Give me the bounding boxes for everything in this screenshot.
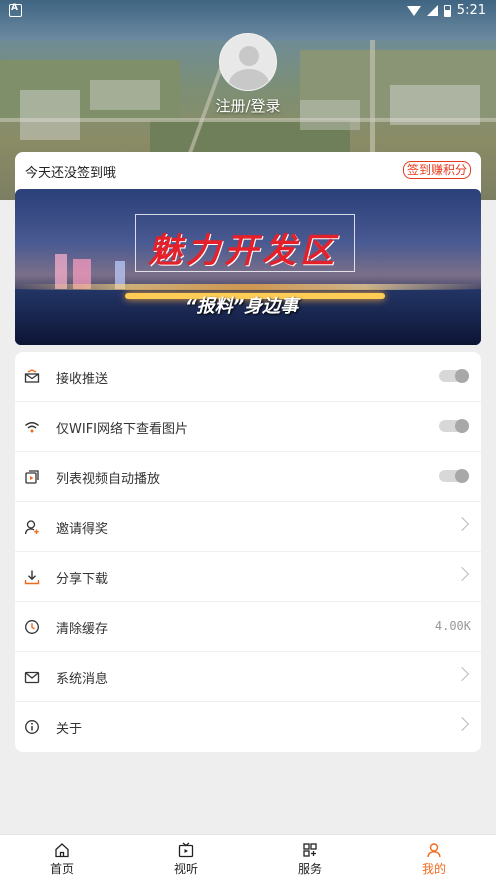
promo-banner[interactable]: 魅力开发区 “报料”身边事 bbox=[15, 189, 481, 345]
tab-label: 服务 bbox=[297, 862, 322, 876]
menu-item-label: 仅WIFI网络下查看图片 bbox=[56, 422, 188, 437]
banner-subtitle: “报料”身边事 bbox=[185, 296, 299, 317]
info-icon bbox=[24, 719, 40, 735]
menu-item-label: 系统消息 bbox=[56, 672, 109, 687]
battery-icon bbox=[443, 4, 451, 17]
clock-clear-icon bbox=[24, 619, 40, 635]
menu-item-label: 关于 bbox=[56, 722, 83, 737]
autoplay-toggle[interactable] bbox=[439, 469, 469, 483]
signin-button[interactable]: 签到赚积分 bbox=[402, 161, 471, 179]
signin-card: 今天还没签到哦 签到赚积分 魅力开发区 “报料”身边事 bbox=[15, 152, 481, 345]
mail-icon bbox=[24, 669, 40, 685]
chevron-right-icon bbox=[454, 716, 470, 732]
tab-profile[interactable]: 我的 bbox=[372, 835, 496, 880]
tab-label: 首页 bbox=[49, 862, 74, 876]
menu-item-label: 分享下载 bbox=[56, 572, 109, 587]
tv-play-icon bbox=[178, 842, 194, 858]
chevron-right-icon bbox=[454, 566, 470, 582]
clock: 5:21 bbox=[456, 3, 486, 18]
banner-title-box: 魅力开发区 bbox=[135, 214, 355, 272]
menu-item-clear-cache[interactable]: 清除缓存 4.00K bbox=[15, 602, 481, 652]
status-bar: 5:21 bbox=[0, 0, 496, 22]
tab-media[interactable]: 视听 bbox=[124, 835, 248, 880]
wifi-images-toggle[interactable] bbox=[439, 419, 469, 433]
wifi-status-icon bbox=[406, 5, 421, 16]
cache-size: 4.00K bbox=[434, 619, 471, 633]
menu-item-about[interactable]: 关于 bbox=[15, 702, 481, 752]
notification-icon bbox=[9, 3, 22, 17]
menu-item-label: 清除缓存 bbox=[56, 622, 109, 637]
tab-label: 视听 bbox=[173, 862, 198, 876]
menu-item-label: 列表视频自动播放 bbox=[56, 472, 161, 487]
avatar[interactable] bbox=[219, 33, 277, 91]
wifi-icon bbox=[24, 419, 40, 435]
settings-menu: 接收推送 仅WIFI网络下查看图片 列表视频自动播放 邀请得奖 分享下载 清除缓… bbox=[15, 352, 481, 752]
push-toggle[interactable] bbox=[439, 369, 469, 383]
banner-title: 魅力开发区 bbox=[148, 231, 338, 271]
user-add-icon bbox=[24, 519, 40, 535]
grid-icon bbox=[303, 843, 317, 857]
home-icon bbox=[55, 843, 69, 858]
menu-item-autoplay[interactable]: 列表视频自动播放 bbox=[15, 452, 481, 502]
menu-item-label: 接收推送 bbox=[56, 372, 109, 387]
user-icon bbox=[427, 843, 441, 858]
menu-item-invite[interactable]: 邀请得奖 bbox=[15, 502, 481, 552]
menu-item-push[interactable]: 接收推送 bbox=[15, 352, 481, 402]
chevron-right-icon bbox=[454, 516, 470, 532]
chevron-right-icon bbox=[454, 666, 470, 682]
envelope-open-icon bbox=[24, 369, 40, 385]
menu-item-label: 邀请得奖 bbox=[56, 522, 109, 537]
menu-item-wifi-images[interactable]: 仅WIFI网络下查看图片 bbox=[15, 402, 481, 452]
tab-label: 我的 bbox=[421, 862, 446, 876]
download-icon bbox=[24, 569, 40, 585]
menu-item-share[interactable]: 分享下载 bbox=[15, 552, 481, 602]
login-link[interactable]: 注册/登录 bbox=[0, 95, 496, 116]
signin-prompt: 今天还没签到哦 bbox=[25, 166, 117, 181]
menu-item-messages[interactable]: 系统消息 bbox=[15, 652, 481, 702]
bottom-tab-bar: 首页 视听 服务 我的 bbox=[0, 834, 496, 880]
signal-icon bbox=[426, 5, 438, 16]
tab-home[interactable]: 首页 bbox=[0, 835, 124, 880]
tab-services[interactable]: 服务 bbox=[248, 835, 372, 880]
video-play-icon bbox=[24, 469, 40, 485]
